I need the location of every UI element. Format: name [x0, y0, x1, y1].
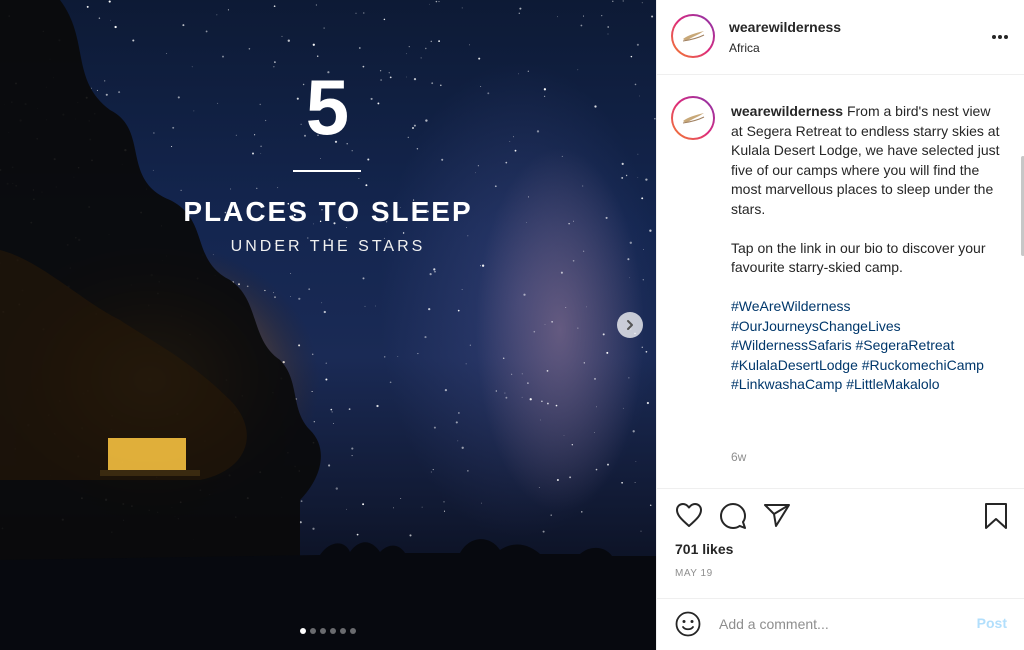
- header-location[interactable]: Africa: [729, 41, 760, 55]
- heart-icon: [676, 503, 702, 527]
- carousel-dot: [340, 628, 346, 634]
- caption-text: From a bird's nest view at Segera Retrea…: [731, 103, 1000, 217]
- post-header: wearewilderness Africa: [657, 0, 1024, 75]
- comment-bubble-icon: [720, 503, 746, 529]
- post-headline: PLACES TO SLEEP: [183, 196, 473, 227]
- emoji-button[interactable]: [675, 611, 701, 642]
- comment-input[interactable]: [719, 613, 959, 635]
- carousel-dot: [350, 628, 356, 634]
- add-comment-bar: Post: [657, 598, 1024, 650]
- post-caption: wearewilderness From a bird's nest view …: [731, 102, 1001, 395]
- post-sidebar: wearewilderness Africa wearewilderness F…: [656, 0, 1024, 650]
- hashtag-link[interactable]: #OurJourneysChangeLives: [731, 318, 901, 334]
- paper-plane-icon: [764, 504, 790, 527]
- carousel-indicator: [0, 628, 656, 634]
- carousel-dot: [310, 628, 316, 634]
- wilderness-logo-icon: [682, 113, 705, 124]
- hashtag-link[interactable]: #RuckomechiCamp: [862, 357, 984, 373]
- chevron-right-icon: [627, 320, 633, 330]
- hashtag-link[interactable]: #LittleMakalolo: [846, 376, 939, 392]
- hashtag-link[interactable]: #WeAreWilderness: [731, 298, 851, 314]
- post-age[interactable]: 6w: [731, 450, 746, 464]
- likes-count[interactable]: 701 likes: [675, 541, 733, 557]
- wilderness-logo-icon: [682, 31, 705, 42]
- comments-area[interactable]: wearewilderness From a bird's nest view …: [657, 76, 1024, 488]
- post-subline: UNDER THE STARS: [230, 238, 426, 255]
- next-slide-button[interactable]: [617, 312, 643, 338]
- header-username[interactable]: wearewilderness: [729, 19, 841, 35]
- share-button[interactable]: [763, 502, 791, 533]
- post-actions: 701 likes MAY 19: [657, 488, 1024, 598]
- post-number: 5: [305, 63, 351, 151]
- more-options-button[interactable]: [991, 24, 1009, 45]
- hashtag-link[interactable]: #SegeraRetreat: [856, 337, 955, 353]
- post-date[interactable]: MAY 19: [675, 568, 713, 579]
- smiley-icon: [675, 611, 701, 637]
- hashtag-link[interactable]: #WildernessSafaris: [731, 337, 852, 353]
- more-horizontal-icon: [992, 35, 1008, 39]
- caption-text-2: Tap on the link in our bio to discover y…: [731, 239, 986, 276]
- comment-button[interactable]: [719, 502, 747, 535]
- caption-avatar[interactable]: [671, 96, 715, 140]
- save-button[interactable]: [984, 502, 1008, 535]
- hashtag-link[interactable]: #LinkwashaCamp: [731, 376, 842, 392]
- hashtag-link[interactable]: #KulalaDesertLodge: [731, 357, 858, 373]
- carousel-dot: [300, 628, 306, 634]
- post-comment-button[interactable]: Post: [977, 615, 1007, 631]
- caption-hashtags: #WeAreWilderness #OurJourneysChangeLives…: [731, 297, 1001, 395]
- caption-username[interactable]: wearewilderness: [731, 103, 843, 119]
- carousel-dot: [320, 628, 326, 634]
- like-button[interactable]: [675, 502, 703, 533]
- divider-line: [293, 170, 361, 172]
- avatar[interactable]: [671, 14, 715, 58]
- post-image[interactable]: 5 PLACES TO SLEEP UNDER THE STARS: [0, 0, 656, 650]
- carousel-dot: [330, 628, 336, 634]
- bookmark-icon: [985, 503, 1007, 529]
